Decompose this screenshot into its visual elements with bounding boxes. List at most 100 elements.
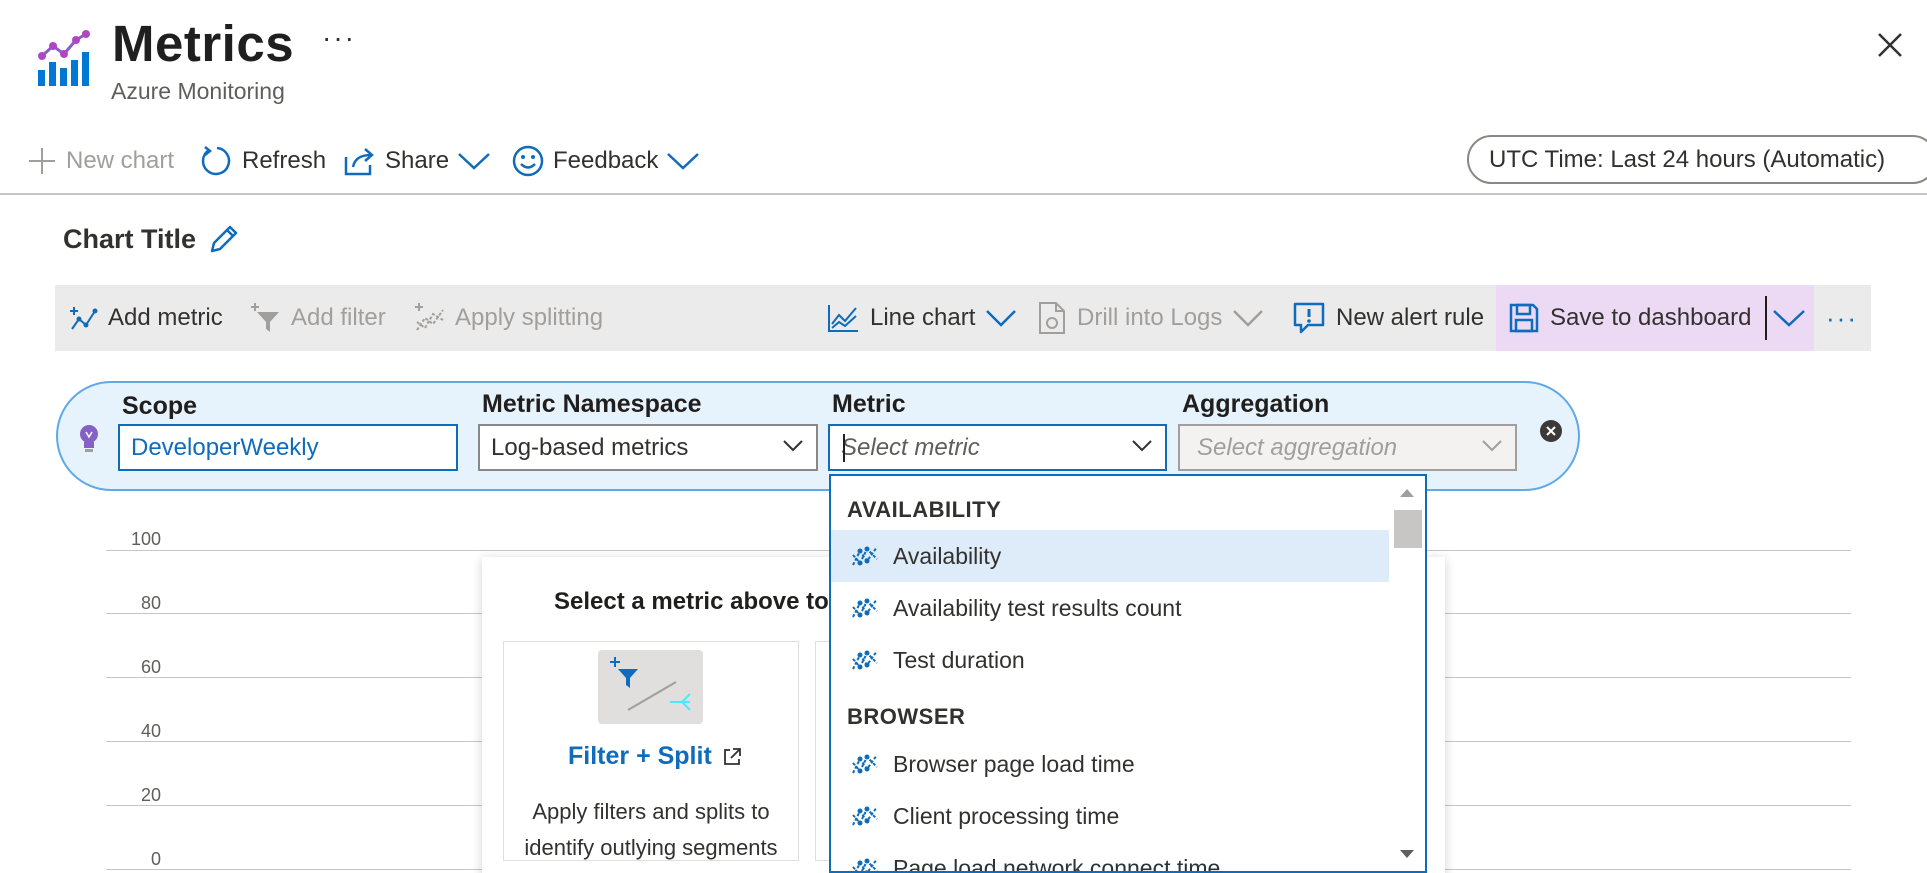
line-chart-button[interactable]: Line chart [826,285,1017,351]
new-alert-rule-button[interactable]: New alert rule [1292,285,1484,351]
page-title: Metrics [112,15,295,72]
add-filter-label: Add filter [291,304,386,331]
y-tick-label: 40 [140,721,161,741]
metric-dropdown-list[interactable]: AVAILABILITY Availability Availability t… [829,474,1427,873]
list-item-label: Availability test results count [893,594,1182,621]
save-to-dashboard-label: Save to dashboard [1550,304,1752,331]
y-tick-label: 0 [150,849,161,869]
filter-split-description-line: identify outlying segments [524,835,778,860]
list-item-test-duration[interactable]: Test duration [831,634,1389,686]
refresh-icon [200,144,234,178]
chevron-down-icon [457,151,491,171]
smiley-icon [511,144,545,178]
dropdown-scrollbar[interactable] [1389,476,1425,871]
list-item-label: Test duration [893,646,1025,673]
apply-splitting-button[interactable]: Apply splitting [413,285,603,351]
header-divider [0,193,1927,195]
scope-label: Scope [122,392,198,420]
namespace-label: Metric Namespace [482,390,702,418]
filter-split-link-label: Filter + Split [568,742,712,770]
new-alert-rule-label: New alert rule [1336,304,1485,331]
apply-splitting-label: Apply splitting [455,304,604,331]
chart-title[interactable]: Chart Title [63,224,196,255]
group-header-browser: BROWSER [847,704,966,729]
chevron-down-icon [1131,438,1153,454]
list-item-label: Page load network connect time [893,854,1221,873]
scope-input[interactable]: DeveloperWeekly [118,424,458,471]
add-metric-label: Add metric [108,304,223,331]
close-icon[interactable] [1873,28,1907,62]
share-button[interactable]: Share [343,140,491,182]
drill-into-logs-label: Drill into Logs [1077,304,1223,331]
metric-icon [851,647,879,673]
filter-split-description-line: Apply filters and splits to [532,799,770,824]
new-chart-button[interactable]: New chart [26,140,174,182]
add-filter-button[interactable]: Add filter [249,285,386,351]
metric-icon [851,595,879,621]
page-subtitle: Azure Monitoring [111,78,285,104]
filter-split-description: Apply filters and splits to identify out… [503,794,799,866]
plus-icon [26,145,58,177]
feedback-label: Feedback [553,147,659,174]
list-item-availability-test-results-count[interactable]: Availability test results count [831,582,1389,634]
namespace-select[interactable]: Log-based metrics [478,424,818,471]
alert-icon [1292,301,1326,335]
list-item-page-load-network-connect-time[interactable]: Page load network connect time [831,842,1389,873]
aggregation-select[interactable]: Select aggregation [1178,424,1517,471]
feedback-button[interactable]: Feedback [511,140,700,182]
line-chart-label: Line chart [870,304,976,331]
y-tick-label: 100 [130,529,161,549]
filter-split-link[interactable]: Filter + Split [568,742,742,771]
chevron-down-icon [1232,308,1264,328]
chevron-down-icon [666,151,700,171]
list-item-label: Browser page load time [893,750,1135,777]
add-metric-button[interactable]: Add metric [68,285,223,351]
save-options-chevron-icon[interactable] [1772,308,1806,328]
toolbar-more-button[interactable]: ··· [1826,285,1858,351]
scroll-up-arrow-icon[interactable] [1399,488,1415,498]
remove-metric-icon[interactable] [1539,419,1563,443]
scroll-down-arrow-icon[interactable] [1399,849,1415,859]
list-item-browser-page-load-time[interactable]: Browser page load time [831,738,1389,790]
filter-icon [249,302,281,334]
list-item-client-processing-time[interactable]: Client processing time [831,790,1389,842]
new-chart-label: New chart [66,147,175,174]
drill-into-logs-button[interactable]: Drill into Logs [1037,285,1264,351]
metric-icon [851,543,879,569]
chevron-down-icon [985,308,1017,328]
external-link-icon [722,747,742,767]
namespace-value: Log-based metrics [491,433,689,461]
splitting-icon [413,302,445,334]
chevron-down-icon [1481,438,1503,454]
logs-icon [1037,301,1067,335]
text-caret [843,434,845,462]
scrollbar-thumb[interactable] [1394,510,1422,548]
line-chart-icon [826,302,860,334]
filter-split-illustration-icon [598,650,703,724]
refresh-button[interactable]: Refresh [200,140,326,182]
edit-pencil-icon[interactable] [207,222,239,256]
y-tick-label: 20 [140,785,161,805]
save-icon [1508,302,1540,334]
metric-icon [851,751,879,777]
time-range-picker[interactable]: UTC Time: Last 24 hours (Automatic) [1467,135,1927,184]
lightbulb-icon [78,424,100,454]
empty-state-title: Select a metric above to s [554,588,849,615]
group-header-availability: AVAILABILITY [847,497,1002,522]
list-item-label: Client processing time [893,802,1120,829]
share-label: Share [385,147,450,174]
aggregation-placeholder: Select aggregation [1197,433,1398,461]
more-options-button[interactable]: ··· [322,22,356,54]
metric-select[interactable]: Select metric [828,424,1167,471]
save-to-dashboard-button[interactable]: Save to dashboard [1508,285,1751,351]
metric-icon [851,803,879,829]
metrics-app-icon [36,30,90,88]
list-item-availability[interactable]: Availability [831,530,1389,582]
add-metric-icon [68,303,98,333]
refresh-label: Refresh [242,147,327,174]
aggregation-label: Aggregation [1182,390,1330,418]
metric-icon [851,855,879,871]
y-tick-label: 80 [140,593,161,613]
share-icon [343,145,377,177]
metric-placeholder: Select metric [841,433,980,461]
